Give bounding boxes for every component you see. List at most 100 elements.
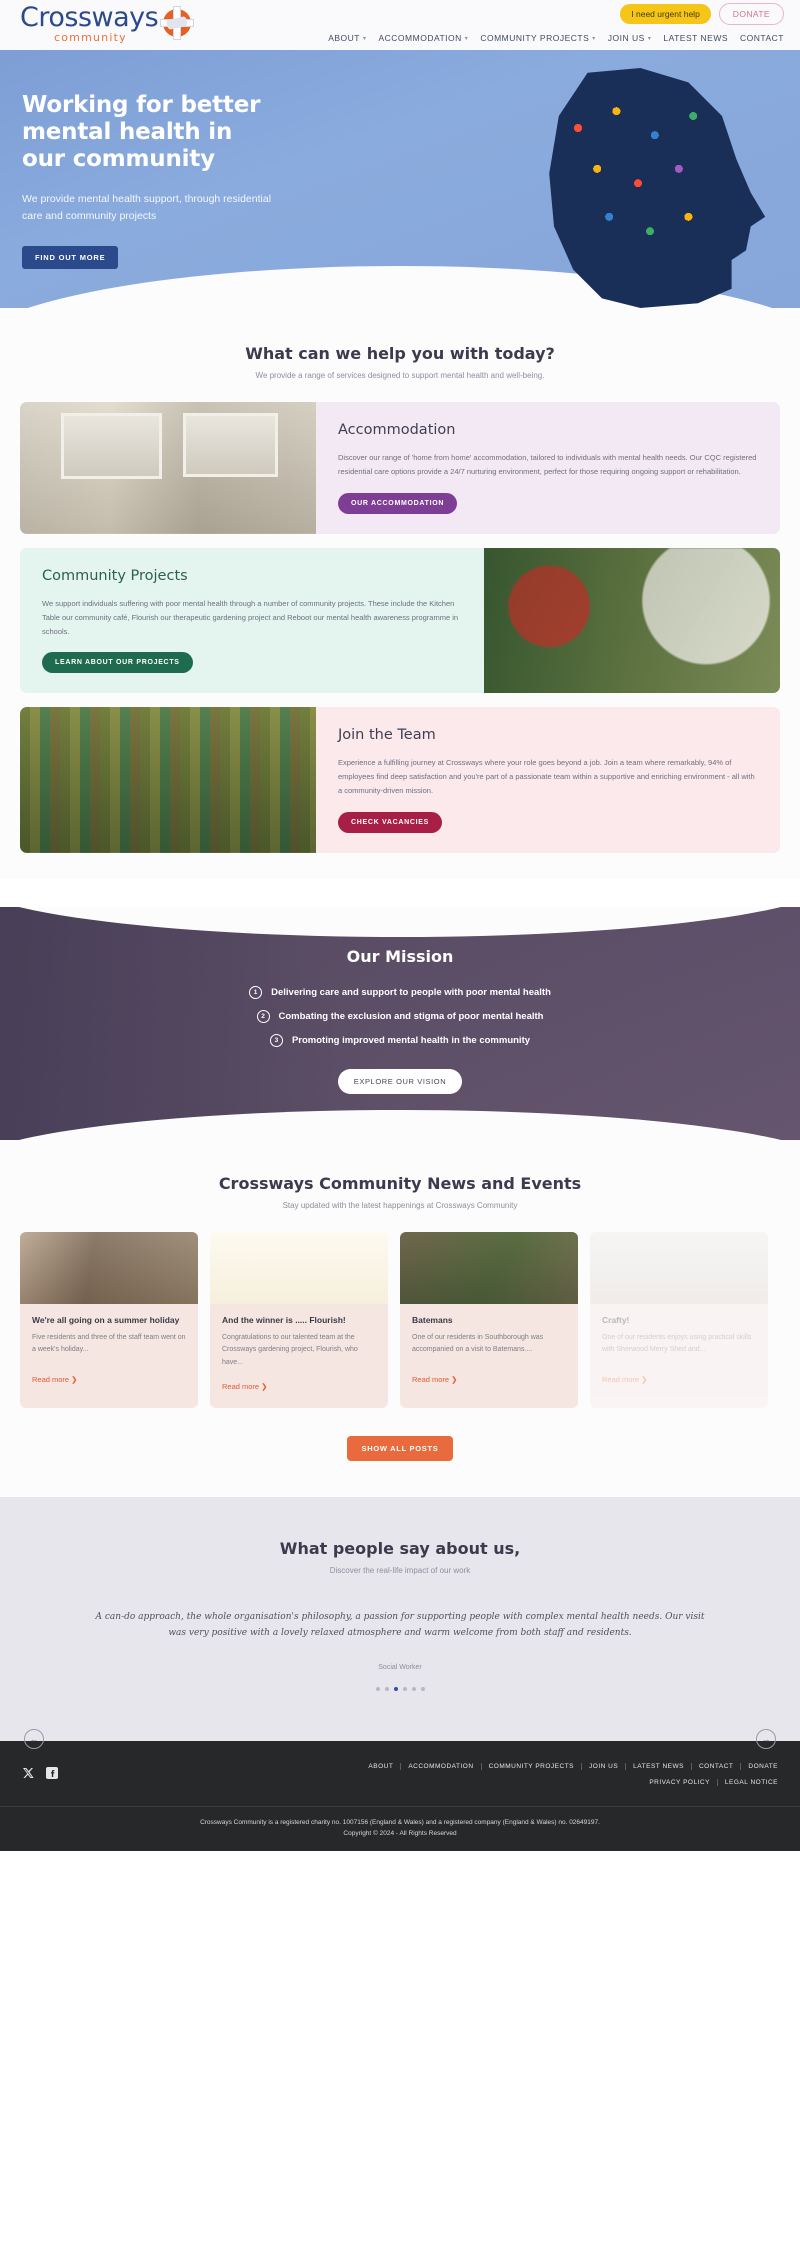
hero-banner: Working for better mental health in our … bbox=[0, 50, 800, 308]
nav-label: LATEST NEWS bbox=[663, 33, 729, 43]
nav-item-accommodation[interactable]: ACCOMMODATION ▾ bbox=[378, 33, 468, 43]
nav-label: COMMUNITY PROJECTS bbox=[480, 33, 590, 43]
card-description: We support individuals suffering with po… bbox=[42, 598, 459, 636]
testimonial-next-arrow-icon[interactable]: → bbox=[756, 1728, 776, 1749]
site-footer: ABOUT ACCOMMODATION COMMUNITY PROJECTS J… bbox=[0, 1741, 800, 1852]
news-subtitle: Stay updated with the latest happenings … bbox=[282, 1201, 518, 1210]
our-accommodation-button[interactable]: OUR ACCOMMODATION bbox=[338, 492, 458, 514]
footer-link-accommodation[interactable]: ACCOMMODATION bbox=[401, 1763, 482, 1771]
footer-link-community-projects[interactable]: COMMUNITY PROJECTS bbox=[482, 1763, 583, 1771]
team-photo bbox=[20, 707, 316, 853]
pagination-dot[interactable] bbox=[420, 1687, 425, 1692]
explore-our-vision-button[interactable]: EXPLORE OUR VISION bbox=[337, 1069, 463, 1094]
head-silhouette-illustration bbox=[530, 68, 770, 308]
testimonial-prev-arrow-icon[interactable]: ← bbox=[24, 1728, 44, 1749]
testimonial-author-role: Social Worker bbox=[378, 1664, 422, 1672]
pagination-dot-active[interactable] bbox=[393, 1687, 398, 1692]
logo-sub-text: community bbox=[54, 31, 127, 44]
news-card-body: Crafty! One of our residents enjoys usin… bbox=[590, 1304, 768, 1401]
news-card[interactable]: Batemans One of our residents in Southbo… bbox=[400, 1232, 578, 1408]
find-out-more-button[interactable]: FIND OUT MORE bbox=[22, 245, 119, 269]
nav-item-contact[interactable]: CONTACT bbox=[740, 33, 784, 43]
news-cards: We're all going on a summer holiday Five… bbox=[0, 1210, 800, 1408]
pagination-dot[interactable] bbox=[384, 1687, 389, 1692]
news-title: Crossways Community News and Events bbox=[218, 1174, 582, 1193]
urgent-help-button[interactable]: I need urgent help bbox=[620, 4, 711, 24]
news-headline: Batemans bbox=[412, 1315, 453, 1325]
testimonials-section: What people say about us, Discover the r… bbox=[0, 1496, 800, 1749]
footer-link-legal-notice[interactable]: LEGAL NOTICE bbox=[718, 1779, 778, 1786]
chevron-down-icon: ▾ bbox=[647, 35, 652, 42]
card-body: Accommodation Discover our range of 'hom… bbox=[316, 402, 780, 534]
service-card-community-projects: Community Projects We support individual… bbox=[20, 547, 780, 694]
show-all-posts-button[interactable]: SHOW ALL POSTS bbox=[346, 1435, 454, 1461]
news-headline: We're all going on a summer holiday bbox=[32, 1315, 180, 1325]
nav-label: ABOUT bbox=[328, 33, 360, 43]
read-more-link[interactable]: Read more ❯ bbox=[222, 1382, 267, 1391]
card-heading: Community Projects bbox=[42, 567, 188, 584]
news-thumbnail bbox=[210, 1232, 388, 1304]
nav-item-community-projects[interactable]: COMMUNITY PROJECTS ▾ bbox=[480, 33, 595, 43]
services-title: What can we help you with today? bbox=[245, 344, 555, 363]
mission-item: 3 Promoting improved mental health in th… bbox=[269, 1034, 531, 1047]
hero-subtitle: We provide mental health support, throug… bbox=[22, 193, 272, 222]
testimonials-subtitle: Discover the real-life impact of our wor… bbox=[329, 1565, 471, 1575]
card-heading: Accommodation bbox=[338, 422, 456, 438]
check-vacancies-button[interactable]: CHECK VACANCIES bbox=[338, 812, 443, 833]
accommodation-photo bbox=[20, 402, 316, 534]
footer-link-donate[interactable]: DONATE bbox=[741, 1763, 778, 1770]
site-logo[interactable]: Crossways community bbox=[20, 4, 195, 44]
footer-legal: Crossways Community is a registered char… bbox=[0, 1806, 800, 1851]
pagination-dot[interactable] bbox=[411, 1687, 416, 1692]
page-root: Crossways community I need urgent help D… bbox=[0, 0, 800, 1852]
news-card-body: And the winner is ..... Flourish! Congra… bbox=[210, 1304, 388, 1408]
card-description: Discover our range of 'home from home' a… bbox=[338, 453, 757, 476]
community-projects-photo bbox=[484, 547, 780, 694]
mission-list: 1 Delivering care and support to people … bbox=[0, 986, 800, 1047]
read-more-link[interactable]: Read more ❯ bbox=[32, 1375, 77, 1384]
footer-link-privacy-policy[interactable]: PRIVACY POLICY bbox=[642, 1779, 718, 1787]
nav-item-join-us[interactable]: JOIN US ▾ bbox=[608, 33, 652, 43]
news-card[interactable]: We're all going on a summer holiday Five… bbox=[20, 1232, 198, 1408]
service-cards: Accommodation Discover our range of 'hom… bbox=[0, 380, 800, 853]
nav-item-latest-news[interactable]: LATEST NEWS bbox=[663, 33, 728, 43]
header-actions: I need urgent help DONATE bbox=[620, 3, 784, 25]
chevron-down-icon: ▾ bbox=[592, 35, 596, 42]
mission-content: Our Mission 1 Delivering care and suppor… bbox=[0, 947, 800, 1094]
hero-content: Working for better mental health in our … bbox=[0, 50, 280, 269]
learn-about-projects-button[interactable]: LEARN ABOUT OUR PROJECTS bbox=[42, 652, 193, 674]
testimonials-title: What people say about us, bbox=[279, 1538, 521, 1558]
hero-title: Working for better mental health in our … bbox=[22, 92, 261, 173]
mission-text: Promoting improved mental health in the … bbox=[291, 1035, 531, 1046]
footer-link-join-us[interactable]: JOIN US bbox=[582, 1763, 627, 1771]
facebook-icon[interactable] bbox=[46, 1767, 58, 1780]
footer-link-latest-news[interactable]: LATEST NEWS bbox=[626, 1763, 692, 1771]
news-headline: And the winner is ..... Flourish! bbox=[222, 1315, 346, 1325]
nav-item-about[interactable]: ABOUT ▾ bbox=[328, 33, 366, 43]
news-excerpt: One of our residents in Southborough was… bbox=[412, 1334, 544, 1354]
news-card[interactable]: Crafty! One of our residents enjoys usin… bbox=[590, 1232, 768, 1408]
service-card-accommodation: Accommodation Discover our range of 'hom… bbox=[20, 402, 780, 534]
pagination-dot[interactable] bbox=[402, 1687, 407, 1692]
x-twitter-icon[interactable] bbox=[22, 1767, 34, 1779]
donate-button[interactable]: DONATE bbox=[718, 3, 784, 25]
news-card[interactable]: And the winner is ..... Flourish! Congra… bbox=[210, 1232, 388, 1408]
read-more-link[interactable]: Read more ❯ bbox=[602, 1375, 647, 1384]
nav-label: JOIN US bbox=[607, 33, 645, 43]
news-card-body: We're all going on a summer holiday Five… bbox=[20, 1304, 198, 1401]
footer-link-about[interactable]: ABOUT bbox=[361, 1763, 402, 1771]
footer-links: ABOUT ACCOMMODATION COMMUNITY PROJECTS J… bbox=[361, 1763, 778, 1787]
chevron-down-icon: ▾ bbox=[464, 35, 469, 42]
card-description: Experience a fulfilling journey at Cross… bbox=[338, 758, 755, 796]
news-thumbnail bbox=[400, 1232, 578, 1304]
charity-registration-text: Crossways Community is a registered char… bbox=[200, 1819, 600, 1827]
footer-link-contact[interactable]: CONTACT bbox=[692, 1763, 742, 1771]
chevron-down-icon: ▾ bbox=[362, 35, 367, 42]
testimonial-quote: A can-do approach, the whole organisatio… bbox=[95, 1611, 705, 1639]
nav-label: CONTACT bbox=[740, 33, 784, 43]
pagination-dot[interactable] bbox=[375, 1687, 380, 1692]
news-excerpt: Congratulations to our talented team at … bbox=[222, 1334, 358, 1366]
read-more-link[interactable]: Read more ❯ bbox=[412, 1375, 457, 1384]
mission-number: 1 bbox=[249, 986, 263, 999]
mission-item: 2 Combating the exclusion and stigma of … bbox=[256, 1010, 543, 1023]
